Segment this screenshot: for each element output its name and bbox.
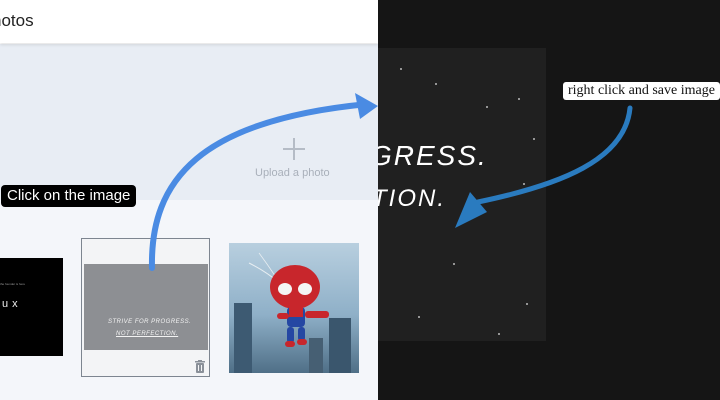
star-dot xyxy=(523,183,525,185)
star-dot xyxy=(435,83,437,85)
star-dot xyxy=(526,303,528,305)
save-image-hint: right click and save image xyxy=(563,82,720,100)
page-title: hotos xyxy=(0,11,34,30)
star-dot xyxy=(418,316,420,318)
thumbnail-quote-line-2: NOT PERFECTION. xyxy=(116,331,179,337)
image-viewer-panel: GRESS. TION. xyxy=(378,0,720,400)
star-dot xyxy=(400,68,402,70)
star-dot xyxy=(498,333,500,335)
trash-icon[interactable] xyxy=(194,360,206,373)
star-dot xyxy=(533,138,535,140)
photo-thumbnail-spiderman[interactable] xyxy=(229,243,359,373)
spiderman-illustration xyxy=(234,252,351,373)
photos-app-panel: hotos Upload a photo the founder is here… xyxy=(0,0,378,400)
star-dot xyxy=(486,106,488,108)
app-header: hotos xyxy=(0,0,378,43)
photo-thumbnail-image[interactable]: STRIVE FOR PROGRESS. NOT PERFECTION. xyxy=(84,264,208,350)
thumbnail-text: ux xyxy=(2,298,22,310)
click-image-tooltip: Click on the image xyxy=(1,185,137,207)
upload-label[interactable]: Upload a photo xyxy=(255,167,330,179)
image-quote-line-2: TION. xyxy=(378,185,446,212)
thumbnail-quote-line-1: STRIVE FOR PROGRESS. xyxy=(108,319,192,325)
star-dot xyxy=(518,98,520,100)
plus-icon[interactable] xyxy=(283,138,305,160)
upload-dropzone[interactable]: Upload a photo xyxy=(0,44,378,200)
thumbnail-small-text: the founder is here xyxy=(0,282,26,286)
star-dot xyxy=(453,263,455,265)
photo-thumbnail-ux[interactable]: the founder is here ux xyxy=(0,258,63,356)
image-quote-line-1: GRESS. xyxy=(378,140,488,171)
photo-thumbnail-selected[interactable]: STRIVE FOR PROGRESS. NOT PERFECTION. xyxy=(81,238,210,377)
